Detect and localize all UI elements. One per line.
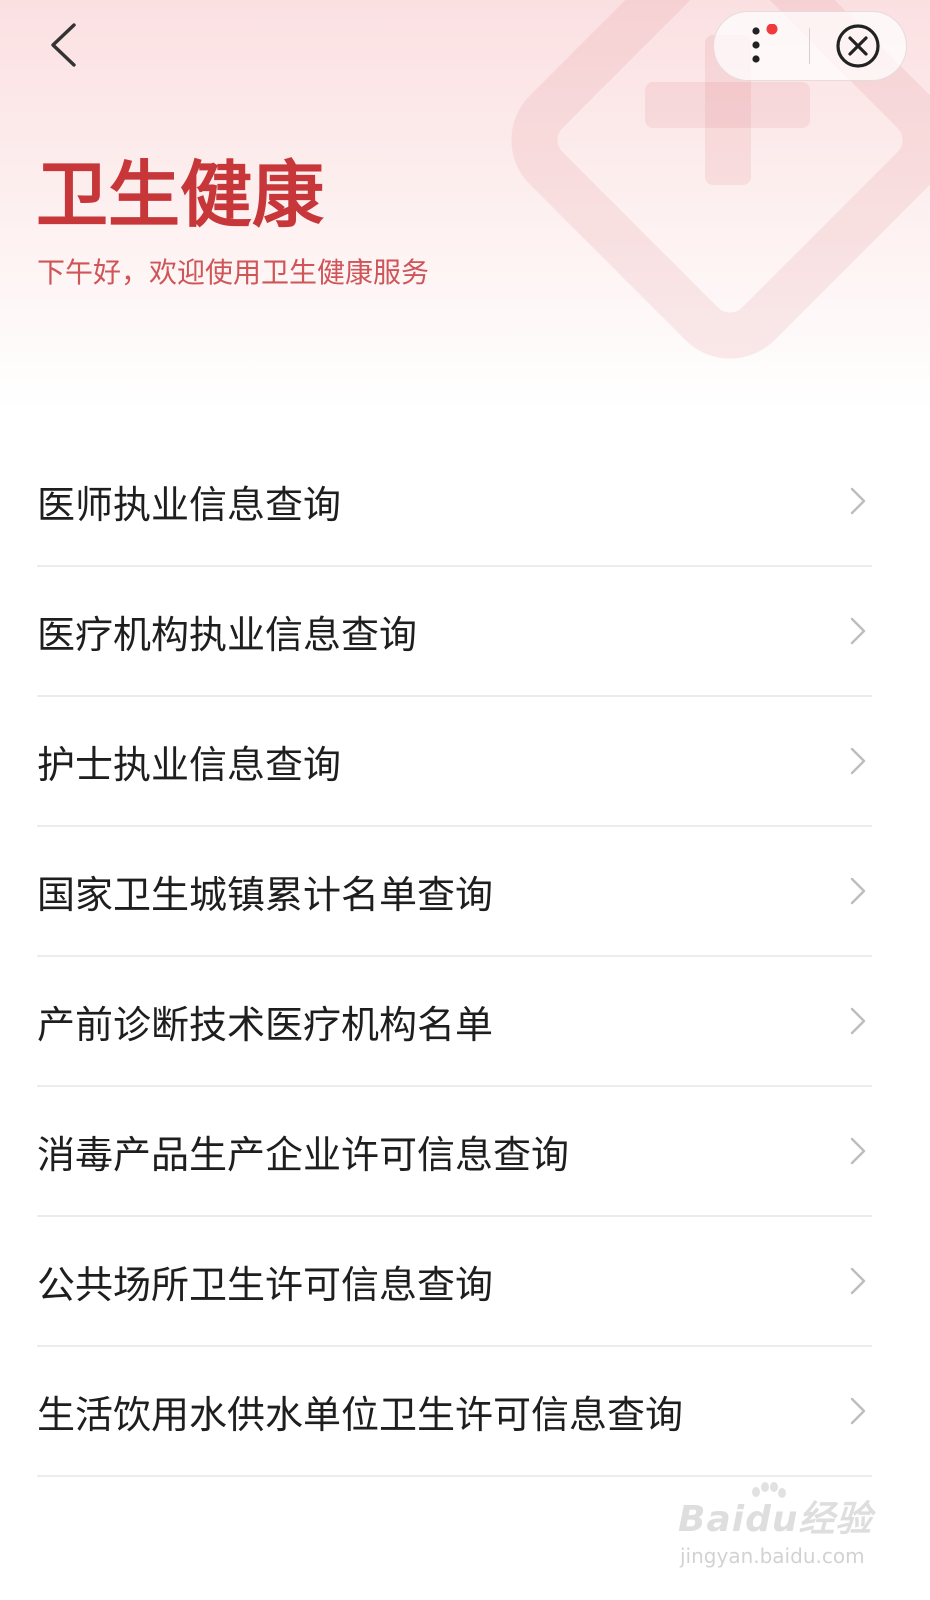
menu-item-label: 国家卫生城镇累计名单查询 — [37, 872, 494, 917]
page-title: 卫生健康 — [36, 153, 325, 237]
menu-item-public-place-license[interactable]: 公共场所卫生许可信息查询 — [37, 1217, 872, 1347]
menu-item-prenatal-diagnosis-list[interactable]: 产前诊断技术医疗机构名单 — [37, 957, 872, 1087]
chevron-right-icon — [850, 877, 866, 905]
baidu-jingyan-watermark: Baidu经验 jingyan.baidu.com — [678, 1482, 871, 1578]
menu-item-nurse-license[interactable]: 护士执业信息查询 — [37, 697, 872, 827]
menu-item-sanitary-town-list[interactable]: 国家卫生城镇累计名单查询 — [37, 827, 872, 957]
chevron-right-icon — [850, 747, 866, 775]
chevron-right-icon — [850, 617, 866, 645]
menu-item-label: 公共场所卫生许可信息查询 — [37, 1262, 494, 1307]
page-subtitle: 下午好，欢迎使用卫生健康服务 — [37, 256, 430, 289]
menu-item-label: 消毒产品生产企业许可信息查询 — [37, 1132, 570, 1177]
menu-item-doctor-license[interactable]: 医师执业信息查询 — [37, 437, 872, 567]
close-circle-icon — [836, 24, 880, 68]
menu-item-label: 护士执业信息查询 — [37, 742, 342, 787]
mini-program-capsule — [713, 11, 907, 81]
menu-item-label: 产前诊断技术医疗机构名单 — [37, 1002, 494, 1047]
paw-icon — [752, 1482, 786, 1498]
menu-item-drinking-water-license[interactable]: 生活饮用水供水单位卫生许可信息查询 — [37, 1347, 872, 1477]
more-vertical-icon — [751, 24, 777, 63]
chevron-right-icon — [850, 1007, 866, 1035]
header-banner: 卫生健康 下午好，欢迎使用卫生健康服务 — [0, 0, 930, 410]
more-button[interactable] — [714, 12, 809, 80]
chevron-right-icon — [850, 1267, 866, 1295]
menu-item-label: 医师执业信息查询 — [37, 482, 342, 527]
menu-item-disinfection-product-license[interactable]: 消毒产品生产企业许可信息查询 — [37, 1087, 872, 1217]
menu-item-medical-institution-license[interactable]: 医疗机构执业信息查询 — [37, 567, 872, 697]
menu-item-label: 医疗机构执业信息查询 — [37, 612, 418, 657]
chevron-right-icon — [850, 487, 866, 515]
back-button[interactable] — [38, 20, 88, 70]
notification-dot — [766, 24, 777, 35]
menu-item-label: 生活饮用水供水单位卫生许可信息查询 — [37, 1392, 684, 1437]
close-button[interactable] — [810, 12, 906, 80]
chevron-right-icon — [850, 1397, 866, 1425]
service-menu-list: 医师执业信息查询 医疗机构执业信息查询 护士执业信息查询 国家卫生城镇累计名单查… — [0, 437, 930, 1477]
watermark-url: jingyan.baidu.com — [680, 1544, 865, 1568]
chevron-right-icon — [850, 1137, 866, 1165]
chevron-left-icon — [51, 23, 76, 67]
